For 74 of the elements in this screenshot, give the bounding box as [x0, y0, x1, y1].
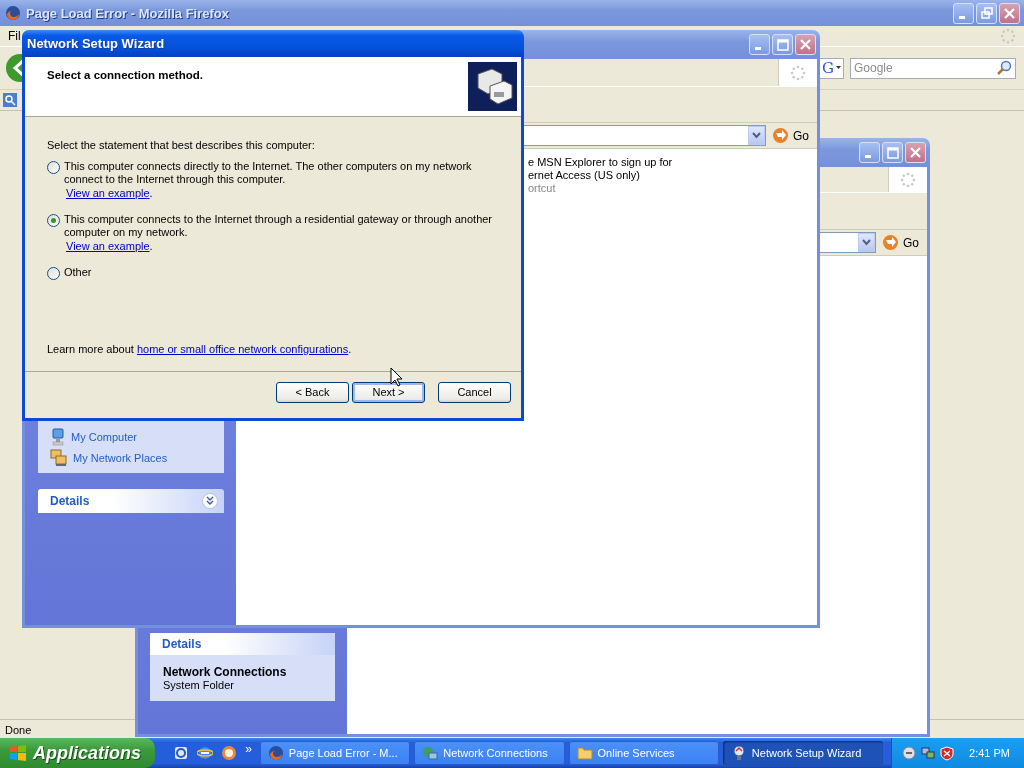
app-icon[interactable] — [173, 745, 190, 761]
example-link[interactable]: View an example — [66, 240, 150, 252]
panel-title: Details — [50, 494, 90, 508]
page-text-line: ortcut — [528, 182, 557, 195]
shield-icon[interactable] — [940, 745, 955, 761]
minimize-icon — [864, 155, 871, 158]
search-icon — [996, 59, 1012, 76]
chevron-down-icon — [862, 239, 871, 246]
option-label: This computer connects directly to the Internet. The other computers on my network connect to the Internet through this computer. — [64, 160, 473, 186]
search-engine-button[interactable]: G — [819, 57, 844, 79]
dialog-button[interactable]: Cancel — [438, 381, 511, 403]
internet-explorer-icon[interactable] — [197, 745, 214, 761]
example-link-line: View an example. — [65, 187, 154, 200]
close-icon — [1004, 7, 1015, 19]
cursor-icon — [390, 367, 403, 387]
taskbar-button[interactable]: Network Setup Wizard — [722, 741, 884, 765]
learn-more-text: Learn more about home or small office network configurations. — [47, 343, 353, 355]
details-header[interactable]: Details — [150, 633, 335, 655]
window-title: Page Load Error - Mozilla Firefox — [26, 5, 229, 21]
option-label: This computer connects to the Internet through a residential gateway or through another computer on my network. — [64, 213, 494, 239]
firefox-logo-icon — [5, 5, 21, 21]
close-icon — [910, 147, 921, 158]
dialog-button[interactable]: < Back — [276, 381, 349, 403]
maximize-icon — [886, 146, 899, 159]
details-header[interactable]: Details — [38, 489, 224, 513]
go-button[interactable]: Go — [880, 234, 927, 251]
network-icon — [422, 745, 439, 761]
option-label: Other — [64, 266, 93, 279]
restore-icon — [980, 7, 993, 19]
throbber-icon — [900, 171, 916, 188]
minimize-icon — [958, 15, 965, 19]
go-button[interactable]: Go — [770, 127, 817, 144]
start-button[interactable]: Applications — [0, 738, 156, 768]
status-text: Done — [5, 724, 32, 736]
folder-icon — [576, 745, 593, 761]
caret-icon — [836, 66, 841, 70]
dropdown-button[interactable] — [748, 126, 765, 145]
windows-logo-icon — [9, 744, 27, 762]
chevron-down-icon — [752, 132, 761, 139]
expand-chevron-icon[interactable] — [202, 493, 218, 509]
network-computers-icon — [50, 449, 68, 467]
radio-button[interactable] — [47, 267, 60, 280]
throbber-icon — [790, 64, 806, 81]
item-name: Network Connections — [163, 665, 288, 679]
menu-item[interactable]: Fil — [8, 29, 21, 43]
browser-icon[interactable] — [221, 745, 238, 761]
radio-button[interactable] — [47, 214, 60, 227]
example-link[interactable]: View an example — [66, 187, 150, 199]
throbber-icon — [1000, 28, 1016, 44]
search-field[interactable]: Google — [850, 57, 1016, 79]
minimize-icon — [754, 47, 761, 50]
example-link-line: View an example. — [65, 240, 154, 253]
places-link[interactable]: My Computer — [71, 431, 138, 443]
dialog-button[interactable]: Next > — [352, 381, 425, 403]
bookmark-icon — [3, 93, 17, 107]
prompt-text: Select the statement that best describes this computer: — [47, 139, 316, 151]
dialog-title: Network Setup Wizard — [27, 36, 165, 51]
clock: 2:41 PM — [969, 747, 1010, 759]
firefox-logo-icon — [267, 745, 284, 761]
item-type: System Folder — [163, 679, 235, 691]
overflow-chevron[interactable]: » — [245, 742, 252, 756]
step-heading: Select a connection method. — [47, 69, 203, 83]
places-link[interactable]: My Network Places — [73, 452, 168, 464]
computer-icon — [50, 428, 66, 446]
page-text-line: ernet Access (US only) — [528, 169, 641, 182]
radio-button[interactable] — [47, 161, 60, 174]
maximize-icon — [776, 38, 789, 51]
close-icon — [800, 39, 811, 50]
dropdown-button[interactable] — [858, 233, 875, 252]
network-icon[interactable] — [921, 746, 936, 760]
page-text-line: e MSN Explorer to sign up for — [528, 156, 674, 169]
panel-title: Details — [162, 637, 202, 651]
network-computers-icon — [468, 62, 517, 111]
messenger-icon[interactable] — [902, 746, 917, 760]
